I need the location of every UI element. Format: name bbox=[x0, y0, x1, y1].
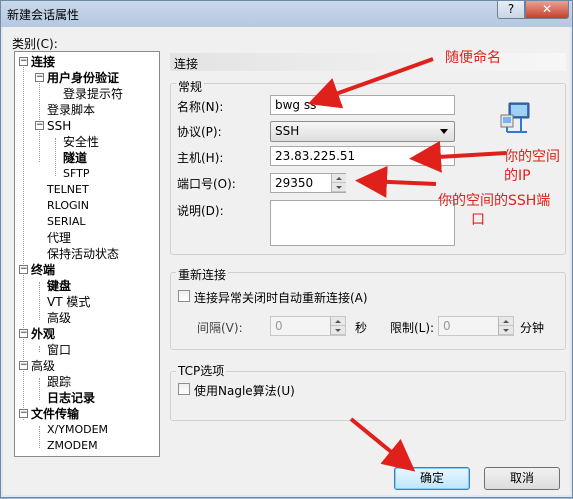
arrow-to-ok bbox=[349, 417, 416, 472]
annotation-port-line2: 口 bbox=[471, 212, 485, 228]
annotation-port-line1: 你的空间的SSH端 bbox=[438, 193, 551, 209]
annotation-ip-line1: 你的空间 bbox=[504, 149, 560, 165]
annotation-name: 随便命名 bbox=[445, 50, 501, 66]
session-properties-dialog: 新建会话属性 ? ✕ 类别(C): − − − − − − − 连接 用户身份验… bbox=[0, 0, 573, 498]
arrow-to-host bbox=[409, 140, 507, 173]
annotation-ip-line2: 的IP bbox=[504, 168, 531, 184]
arrow-to-port bbox=[355, 165, 437, 198]
annotation-arrows bbox=[307, 57, 507, 472]
arrow-to-name bbox=[307, 57, 434, 109]
